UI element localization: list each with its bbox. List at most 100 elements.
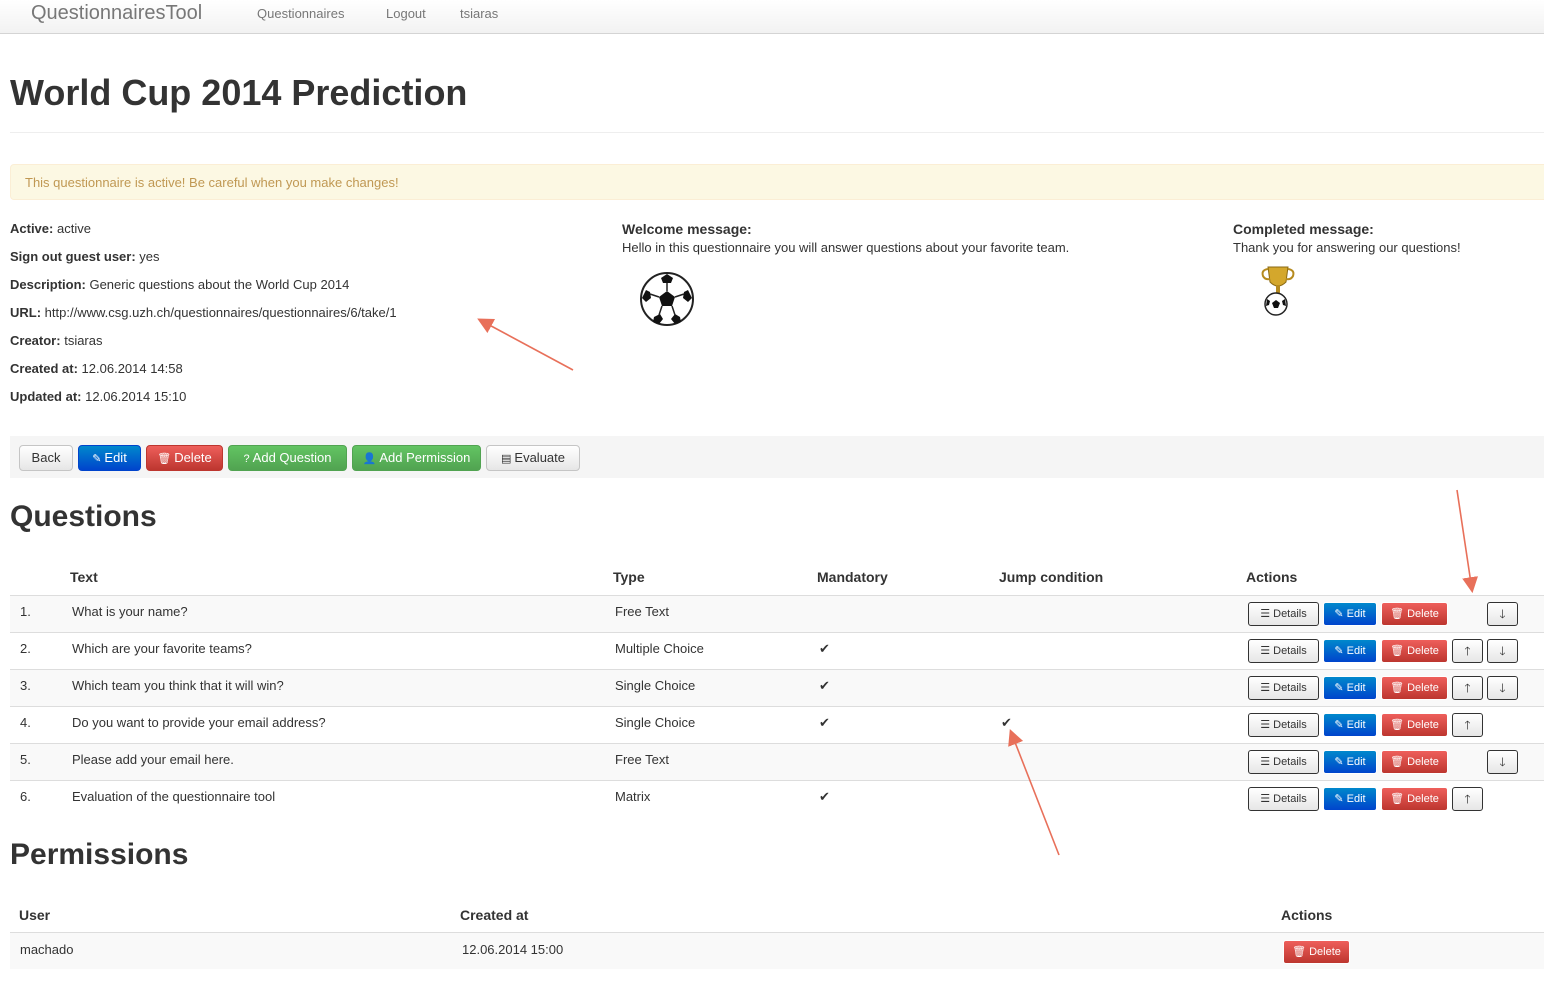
- question-details-button[interactable]: ☰ Details: [1248, 676, 1319, 700]
- details-label: Details: [1273, 719, 1307, 731]
- detail-url-value[interactable]: http://www.csg.uzh.ch/questionnaires/que…: [45, 305, 397, 320]
- question-number: 5.: [20, 752, 31, 767]
- delete-button[interactable]: 🗑 Delete: [146, 445, 223, 471]
- completed-message-label: Completed message:: [1233, 221, 1374, 237]
- trash-icon: 🗑: [1390, 645, 1405, 657]
- question-type: Free Text: [615, 604, 669, 619]
- trash-icon: 🗑: [1390, 719, 1405, 731]
- detail-created-value: 12.06.2014 14:58: [81, 361, 183, 376]
- evaluate-button[interactable]: ▤ Evaluate: [486, 445, 580, 471]
- question-edit-button[interactable]: ✎ Edit: [1323, 639, 1377, 663]
- detail-url: URL: http://www.csg.uzh.ch/questionnaire…: [10, 305, 397, 320]
- nav-link-logout[interactable]: Logout: [386, 6, 426, 21]
- user-icon: 👤: [362, 453, 377, 465]
- list-alt-icon: ▤: [501, 453, 512, 465]
- col-header-type: Type: [613, 569, 645, 585]
- question-edit-button[interactable]: ✎ Edit: [1323, 676, 1377, 700]
- edit-button-label: Edit: [104, 450, 127, 465]
- list-icon: ☰: [1260, 719, 1271, 731]
- brand-link[interactable]: QuestionnairesTool: [31, 2, 202, 25]
- soccer-ball-icon: [640, 272, 694, 326]
- question-edit-button[interactable]: ✎ Edit: [1323, 787, 1377, 811]
- permissions-title: Permissions: [10, 838, 189, 871]
- trash-icon: 🗑: [1390, 608, 1405, 620]
- back-button[interactable]: Back: [19, 445, 73, 471]
- question-type: Single Choice: [615, 678, 696, 693]
- delete-label: Delete: [1407, 719, 1439, 731]
- delete-label: Delete: [1407, 645, 1439, 657]
- move-down-arrow-icon[interactable]: 🡓: [1487, 750, 1518, 774]
- edit-label: Edit: [1346, 682, 1366, 694]
- detail-creator: Creator: tsiaras: [10, 333, 103, 348]
- edit-button[interactable]: ✎ Edit: [78, 445, 141, 471]
- add-question-button[interactable]: ? Add Question: [228, 445, 347, 471]
- pencil-icon: ✎: [1334, 719, 1344, 731]
- detail-description-label: Description:: [10, 277, 86, 292]
- mandatory-check-icon: ✔: [819, 641, 830, 656]
- delete-label: Delete: [1407, 682, 1439, 694]
- question-edit-button[interactable]: ✎ Edit: [1323, 602, 1377, 626]
- col-header-actions: Actions: [1246, 569, 1298, 585]
- trash-icon: 🗑: [1390, 682, 1405, 694]
- col-header-text: Text: [70, 569, 98, 585]
- question-number: 6.: [20, 789, 31, 804]
- welcome-message-text: Hello in this questionnaire you will ans…: [622, 240, 1070, 255]
- question-details-button[interactable]: ☰ Details: [1248, 602, 1319, 626]
- question-delete-button[interactable]: 🗑 Delete: [1381, 639, 1448, 663]
- question-delete-button[interactable]: 🗑 Delete: [1381, 602, 1448, 626]
- detail-signout-label: Sign out guest user:: [10, 249, 136, 264]
- question-circle-icon: ?: [243, 453, 250, 465]
- nav-link-questionnaires[interactable]: Questionnaires: [257, 6, 344, 21]
- detail-updated-label: Updated at:: [10, 389, 82, 404]
- question-details-button[interactable]: ☰ Details: [1248, 713, 1319, 737]
- move-down-arrow-icon[interactable]: 🡓: [1487, 639, 1518, 663]
- move-up-arrow-icon[interactable]: 🡑: [1452, 639, 1483, 663]
- question-edit-button[interactable]: ✎ Edit: [1323, 713, 1377, 737]
- question-text: Please add your email here.: [72, 752, 234, 767]
- add-permission-label: Add Permission: [379, 450, 471, 465]
- annotation-arrow-url: [477, 318, 574, 371]
- trash-icon: 🗑: [1390, 756, 1405, 768]
- add-question-label: Add Question: [252, 450, 332, 465]
- question-delete-button[interactable]: 🗑 Delete: [1381, 787, 1448, 811]
- questions-title: Questions: [10, 500, 157, 533]
- question-text: Which are your favorite teams?: [72, 641, 252, 656]
- detail-creator-label: Creator:: [10, 333, 61, 348]
- detail-creator-value: tsiaras: [64, 333, 103, 348]
- move-down-arrow-icon[interactable]: 🡓: [1487, 602, 1518, 626]
- question-text: Which team you think that it will win?: [72, 678, 284, 693]
- question-details-button[interactable]: ☰ Details: [1248, 750, 1319, 774]
- question-number: 4.: [20, 715, 31, 730]
- question-number: 1.: [20, 604, 31, 619]
- detail-active-value: active: [56, 221, 91, 236]
- delete-button-label: Delete: [174, 450, 212, 465]
- question-delete-button[interactable]: 🗑 Delete: [1381, 713, 1448, 737]
- question-details-button[interactable]: ☰ Details: [1248, 787, 1319, 811]
- question-delete-button[interactable]: 🗑 Delete: [1381, 750, 1448, 774]
- delete-label: Delete: [1407, 608, 1439, 620]
- question-number: 3.: [20, 678, 31, 693]
- move-up-arrow-icon[interactable]: 🡑: [1452, 676, 1483, 700]
- move-up-arrow-icon[interactable]: 🡑: [1452, 787, 1483, 811]
- nav-link-user[interactable]: tsiaras: [460, 6, 498, 21]
- edit-label: Edit: [1346, 756, 1366, 768]
- move-up-arrow-icon[interactable]: 🡑: [1452, 713, 1483, 737]
- question-type: Free Text: [615, 752, 669, 767]
- edit-label: Edit: [1346, 608, 1366, 620]
- navbar: QuestionnairesTool Questionnaires Logout…: [0, 0, 1544, 34]
- details-label: Details: [1273, 608, 1307, 620]
- question-type: Matrix: [615, 789, 651, 804]
- perm-delete-button[interactable]: 🗑 Delete: [1283, 940, 1350, 964]
- detail-active: Active: active: [10, 221, 91, 236]
- question-details-button[interactable]: ☰ Details: [1248, 639, 1319, 663]
- list-icon: ☰: [1260, 793, 1271, 805]
- add-permission-button[interactable]: 👤 Add Permission: [352, 445, 481, 471]
- perm-col-header-created: Created at: [460, 907, 529, 923]
- move-down-arrow-icon[interactable]: 🡓: [1487, 676, 1518, 700]
- question-edit-button[interactable]: ✎ Edit: [1323, 750, 1377, 774]
- details-label: Details: [1273, 682, 1307, 694]
- edit-label: Edit: [1346, 793, 1366, 805]
- question-delete-button[interactable]: 🗑 Delete: [1381, 676, 1448, 700]
- detail-updated: Updated at: 12.06.2014 15:10: [10, 389, 186, 404]
- pencil-icon: ✎: [1334, 682, 1344, 694]
